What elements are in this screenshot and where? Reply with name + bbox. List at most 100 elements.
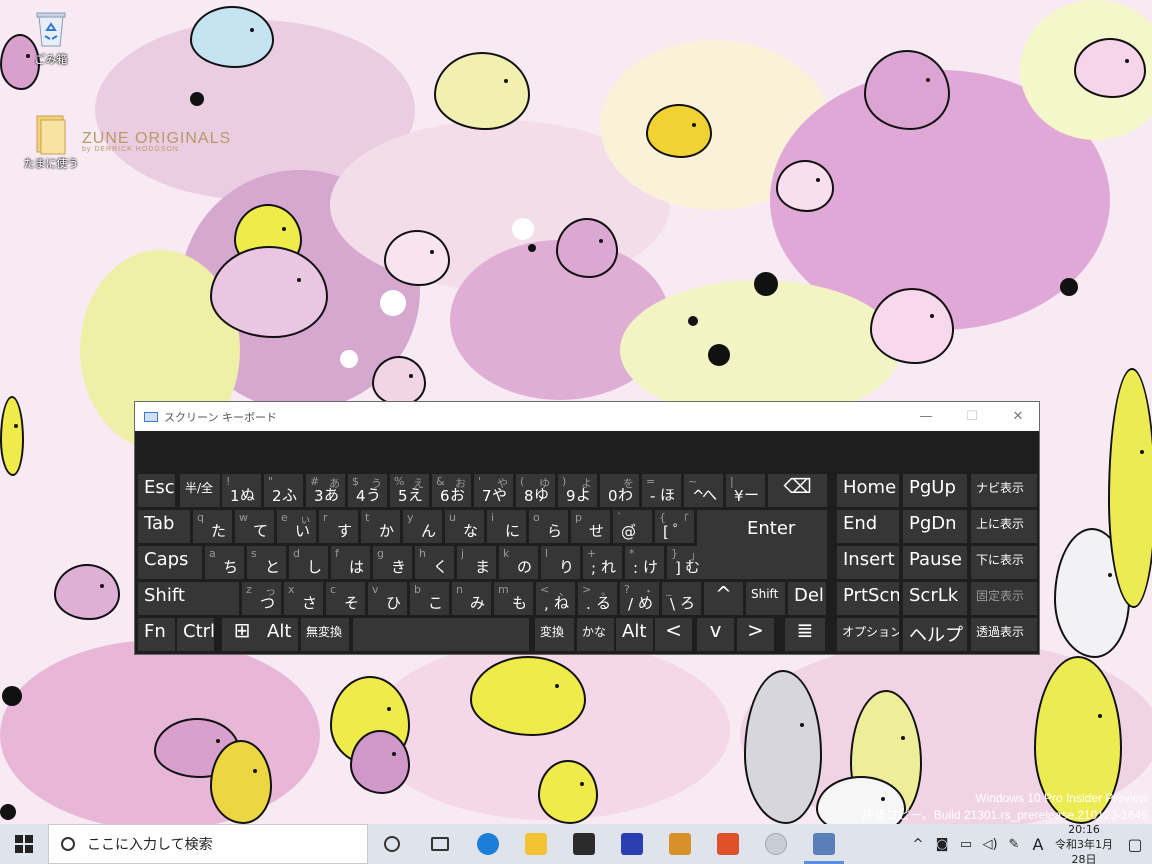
close-button[interactable]: ✕	[995, 402, 1041, 431]
key-shitapos[interactable]: 下に表示	[971, 546, 1037, 579]
key-d[interactable]: dし	[289, 546, 328, 579]
key-v[interactable]: vひ	[368, 582, 407, 615]
ime-mode-indicator[interactable]: A	[1026, 835, 1050, 854]
key-tab[interactable]: Tab	[138, 510, 190, 543]
maximize-button[interactable]: ☐	[949, 402, 995, 431]
key-comma[interactable]: <、, ね	[536, 582, 575, 615]
key-period[interactable]: >。. る	[578, 582, 617, 615]
key-end[interactable]: End	[837, 510, 899, 543]
key-pause[interactable]: Pause	[903, 546, 967, 579]
key-8[interactable]: (ゆ 8 ゆ	[516, 474, 555, 507]
key-options[interactable]: オプション	[837, 618, 899, 651]
volume-icon[interactable]: ◁)	[978, 837, 1002, 852]
network-icon[interactable]: ▭	[954, 837, 978, 852]
key-lshift[interactable]: Shift	[138, 582, 239, 615]
key-fn[interactable]: Fn	[138, 618, 175, 651]
key-j[interactable]: jま	[457, 546, 496, 579]
key-m[interactable]: mも	[494, 582, 533, 615]
tray-chevron-icon[interactable]: ^	[906, 837, 930, 852]
edge-taskbar-button[interactable]	[464, 824, 512, 864]
key-rshift[interactable]: Shift	[746, 582, 785, 615]
key-backspace[interactable]: ⌫	[768, 474, 827, 507]
key-prtscn[interactable]: PrtScn	[837, 582, 899, 615]
desktop-icon-folder[interactable]: たまに使う	[16, 112, 86, 171]
onscreen-keyboard-taskbar-button[interactable]	[800, 824, 848, 864]
key-e[interactable]: eぃい	[277, 510, 316, 543]
key-z[interactable]: zっつ	[242, 582, 281, 615]
key-n[interactable]: nみ	[452, 582, 491, 615]
key-kotei[interactable]: 固定表示	[971, 582, 1037, 615]
key-alt[interactable]: Alt	[261, 618, 298, 651]
desktop-icon-recycle-bin[interactable]: ごみ箱	[16, 8, 86, 67]
key-o[interactable]: oら	[529, 510, 568, 543]
key-home[interactable]: Home	[837, 474, 899, 507]
key-yen[interactable]: | ¥ ー	[726, 474, 765, 507]
key-f[interactable]: fは	[331, 546, 370, 579]
key-del[interactable]: Del	[788, 582, 826, 615]
key-6[interactable]: & お 6 お	[432, 474, 471, 507]
key-g[interactable]: gき	[373, 546, 412, 579]
key-l[interactable]: lり	[541, 546, 580, 579]
key-enter[interactable]: Enter	[697, 510, 827, 579]
key-caret[interactable]: ~ ^ へ	[684, 474, 723, 507]
key-scrlk[interactable]: ScrLk	[903, 582, 967, 615]
cortana-taskbar-button[interactable]	[368, 824, 416, 864]
key-p[interactable]: pせ	[571, 510, 610, 543]
key-insert[interactable]: Insert	[837, 546, 899, 579]
key-5[interactable]: % え 5 え	[390, 474, 429, 507]
kanji-app-taskbar-button[interactable]	[608, 824, 656, 864]
key-hankaku[interactable]: 半/全	[180, 474, 220, 507]
notification-center-icon[interactable]: ▢	[1118, 835, 1152, 854]
key-x[interactable]: xさ	[284, 582, 323, 615]
key-left[interactable]: <	[655, 618, 692, 651]
key-q[interactable]: qた	[193, 510, 232, 543]
key-u[interactable]: uな	[445, 510, 484, 543]
key-1[interactable]: ! 1 ぬ	[222, 474, 261, 507]
key-esc[interactable]: Esc	[138, 474, 175, 507]
key-w[interactable]: wて	[235, 510, 274, 543]
key-h[interactable]: hく	[415, 546, 454, 579]
key-navi[interactable]: ナビ表示	[971, 474, 1037, 507]
key-pgup[interactable]: PgUp	[903, 474, 967, 507]
key-slash[interactable]: ? ・ / め	[620, 582, 659, 615]
key-0[interactable]: を0わ	[600, 474, 639, 507]
key-uepos[interactable]: 上に表示	[971, 510, 1037, 543]
key-win[interactable]: ⊞	[222, 618, 262, 651]
sphere-app-taskbar-button[interactable]	[752, 824, 800, 864]
key-at[interactable]: ` @ ゛	[613, 510, 652, 543]
key-3[interactable]: # あ 3 あ	[306, 474, 345, 507]
key-up[interactable]: ^	[704, 582, 743, 615]
file-explorer-taskbar-button[interactable]	[512, 824, 560, 864]
key-help[interactable]: ヘルプ	[903, 618, 967, 651]
key-space[interactable]	[353, 618, 529, 651]
key-minus[interactable]: = - ほ	[642, 474, 681, 507]
key-t[interactable]: tか	[361, 510, 400, 543]
key-backslash[interactable]: _ \ ろ	[662, 582, 701, 615]
key-a[interactable]: aち	[205, 546, 244, 579]
key-b[interactable]: bこ	[410, 582, 449, 615]
key-r[interactable]: rす	[319, 510, 358, 543]
search-box[interactable]: ここに入力して検索	[48, 824, 368, 864]
brave-taskbar-button[interactable]	[704, 824, 752, 864]
store-taskbar-button[interactable]	[560, 824, 608, 864]
key-pgdn[interactable]: PgDn	[903, 510, 967, 543]
key-down[interactable]: v	[697, 618, 734, 651]
key-henkan[interactable]: 変換	[535, 618, 574, 651]
key-2[interactable]: " 2 ふ	[264, 474, 303, 507]
key-4[interactable]: $ う 4 う	[348, 474, 387, 507]
key-i[interactable]: iに	[487, 510, 526, 543]
key-ralt[interactable]: Alt	[616, 618, 653, 651]
key-9[interactable]: ) よ 9 よ	[558, 474, 597, 507]
key-caps[interactable]: Caps	[138, 546, 202, 579]
key-rbracket[interactable]: }」] む	[667, 546, 706, 579]
key-toka[interactable]: 透過表示	[971, 618, 1037, 651]
key-right[interactable]: >	[737, 618, 774, 651]
key-bracket[interactable]: {「[゜	[655, 510, 694, 543]
task-view-taskbar-button[interactable]	[416, 824, 464, 864]
key-7[interactable]: ' や 7 や	[474, 474, 513, 507]
meet-now-icon[interactable]: ◙	[930, 837, 954, 852]
key-menu[interactable]: ≣	[785, 618, 825, 651]
key-semicolon[interactable]: +; れ	[583, 546, 622, 579]
key-c[interactable]: cそ	[326, 582, 365, 615]
key-muhenkan[interactable]: 無変換	[301, 618, 349, 651]
